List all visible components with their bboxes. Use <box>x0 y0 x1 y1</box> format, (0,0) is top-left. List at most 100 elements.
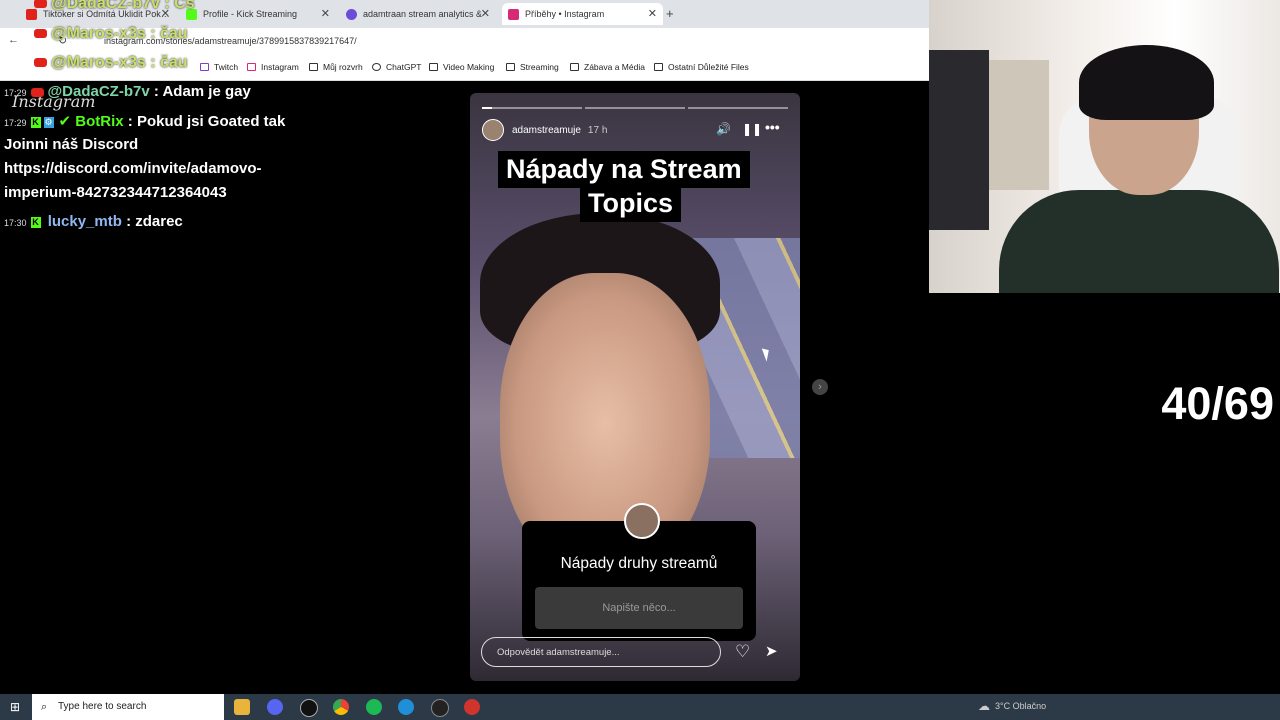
verified-icon: ✔ <box>58 113 72 130</box>
webcam-background-shelf <box>989 60 1049 190</box>
bookmark-label: Zábava a Média <box>584 62 645 72</box>
tab-analytics[interactable]: adamtraan stream analytics & ✕ <box>346 3 496 25</box>
story-headline-line-1: Nápady na Stream <box>498 151 750 188</box>
tab-label: adamtraan stream analytics & <box>363 9 483 19</box>
edge-icon[interactable] <box>398 699 414 715</box>
app-icon[interactable] <box>431 699 449 717</box>
tab-instagram[interactable]: Příběhy • Instagram ✕ <box>502 3 663 25</box>
twitch-icon <box>200 63 209 71</box>
avatar[interactable] <box>482 119 504 141</box>
chat-timestamp: 17:29 <box>4 118 27 128</box>
bookmark-video-making[interactable]: Video Making <box>429 62 494 72</box>
question-answer-input[interactable]: Napište něco... <box>535 587 743 629</box>
chat-overlay-line: @Maros-x3s : čau <box>34 25 188 43</box>
story-age: 17 h <box>587 124 608 136</box>
windows-start-icon[interactable]: ⊞ <box>10 700 20 714</box>
bookmark-zabava[interactable]: Zábava a Média <box>570 62 645 72</box>
bookmark-label: Twitch <box>214 62 239 72</box>
new-tab-button[interactable]: + <box>666 6 674 21</box>
folder-icon <box>429 63 438 71</box>
bookmark-label: Video Making <box>443 62 495 72</box>
bookmark-chatgpt[interactable]: ChatGPT <box>372 62 421 72</box>
avatar <box>624 503 660 539</box>
reply-input[interactable]: Odpovědět adamstreamuje... <box>481 637 721 667</box>
tab-kick[interactable]: Profile - Kick Streaming ✕ <box>186 3 336 25</box>
bookmark-streaming[interactable]: Streaming <box>506 62 559 72</box>
chat-overlay-line: @Maros-x3s : čau <box>34 54 188 72</box>
kick-icon: K <box>30 116 41 128</box>
heart-icon[interactable]: ♡ <box>735 642 750 662</box>
chatgpt-icon <box>372 63 381 71</box>
back-icon[interactable]: ← <box>8 34 19 46</box>
bookmark-ostatni[interactable]: Ostatní Důležité Files <box>654 62 749 72</box>
instagram-icon <box>508 8 519 20</box>
bookmark-label: Ostatní Důležité Files <box>668 62 749 72</box>
creative-cloud-icon[interactable] <box>464 699 480 715</box>
close-tab-icon[interactable]: ✕ <box>481 7 490 20</box>
volume-icon[interactable]: 🔊 <box>716 122 731 136</box>
chat-username: @Maros-x3s <box>51 54 146 71</box>
send-icon[interactable]: ➤ <box>765 642 778 660</box>
chat-username: @DadaCZ-b7v <box>47 83 150 100</box>
question-title: Nápady druhy streamů <box>560 555 718 572</box>
search-placeholder: Type here to search <box>58 701 147 712</box>
taskbar: ⊞ ⌕ Type here to search ☁ 3°C Oblačno <box>0 694 1280 720</box>
bookmark-icon <box>309 63 318 71</box>
bot-badge-icon: ⚙ <box>43 116 54 128</box>
folder-icon <box>570 63 579 71</box>
chat-username: BotRix <box>75 113 124 130</box>
chat-message: 17:29 K ⚙ ✔ BotRix : Pokud jsi Goated tak <box>4 112 285 130</box>
file-explorer-icon[interactable] <box>234 699 250 715</box>
taskbar-search-input[interactable]: ⌕ Type here to search <box>32 694 224 720</box>
obs-icon[interactable] <box>300 699 318 717</box>
chat-timestamp: 17:30 <box>4 218 27 228</box>
story-username[interactable]: adamstreamuje <box>512 125 581 136</box>
story-progress-segment <box>585 107 685 109</box>
chat-username: @DadaCZ-b7v <box>51 0 160 12</box>
close-tab-icon[interactable]: ✕ <box>648 7 657 20</box>
webcam-hair <box>1079 45 1214 120</box>
kick-icon: K <box>30 216 41 228</box>
spotify-icon[interactable] <box>366 699 382 715</box>
chat-text: : zdarec <box>126 213 183 230</box>
question-sticker: Nápady druhy streamů Napište něco... <box>522 503 756 641</box>
analytics-icon <box>346 8 357 20</box>
webcam-background-dark <box>929 50 989 230</box>
webcam-shirt <box>999 190 1279 293</box>
tab-label: Profile - Kick Streaming <box>203 9 298 19</box>
instagram-icon <box>247 63 256 71</box>
instagram-story[interactable]: adamstreamuje 17 h 🔊 ❚❚ ••• Nápady na St… <box>470 93 800 681</box>
chat-message-continuation[interactable]: https://discord.com/invite/adamovo- <box>4 160 262 177</box>
chat-message: 17:29 @DadaCZ-b7v : Adam je gay <box>4 83 251 100</box>
discord-icon[interactable] <box>267 699 283 715</box>
folder-icon <box>654 63 663 71</box>
weather-icon: ☁ <box>978 699 990 713</box>
chrome-icon[interactable] <box>333 699 349 715</box>
chat-username: @Maros-x3s <box>51 25 146 42</box>
chat-message-continuation: Joinni náš Discord <box>4 136 139 153</box>
goal-counter: 40/69 <box>1161 378 1274 429</box>
story-progress-segment <box>482 107 582 109</box>
pause-icon[interactable]: ❚❚ <box>742 122 762 136</box>
more-options-icon[interactable]: ••• <box>765 119 780 135</box>
bookmark-label: Streaming <box>520 62 559 72</box>
chat-overlay-line: @DadaCZ-b7v : Cs <box>34 0 195 13</box>
youtube-icon <box>30 87 44 97</box>
story-progress-segment <box>688 107 788 109</box>
next-story-arrow-icon[interactable]: › <box>812 379 828 395</box>
bookmark-twitch[interactable]: Twitch <box>200 62 238 72</box>
chat-text: : Pokud jsi Goated tak <box>127 113 286 130</box>
chat-text: čau <box>159 25 188 42</box>
bookmark-label: Můj rozvrh <box>323 62 363 72</box>
webcam-feed <box>929 0 1280 293</box>
close-tab-icon[interactable]: ✕ <box>321 7 330 20</box>
weather-text[interactable]: 3°C Oblačno <box>995 701 1046 711</box>
youtube-icon <box>34 0 47 9</box>
youtube-icon <box>34 58 47 68</box>
chat-text: čau <box>159 54 188 71</box>
bookmark-rozvrh[interactable]: Můj rozvrh <box>309 62 363 72</box>
chat-message-continuation[interactable]: imperium-842732344712364043 <box>4 184 227 201</box>
bookmark-label: Instagram <box>261 62 299 72</box>
search-icon: ⌕ <box>41 701 48 713</box>
bookmark-instagram[interactable]: Instagram <box>247 62 299 72</box>
